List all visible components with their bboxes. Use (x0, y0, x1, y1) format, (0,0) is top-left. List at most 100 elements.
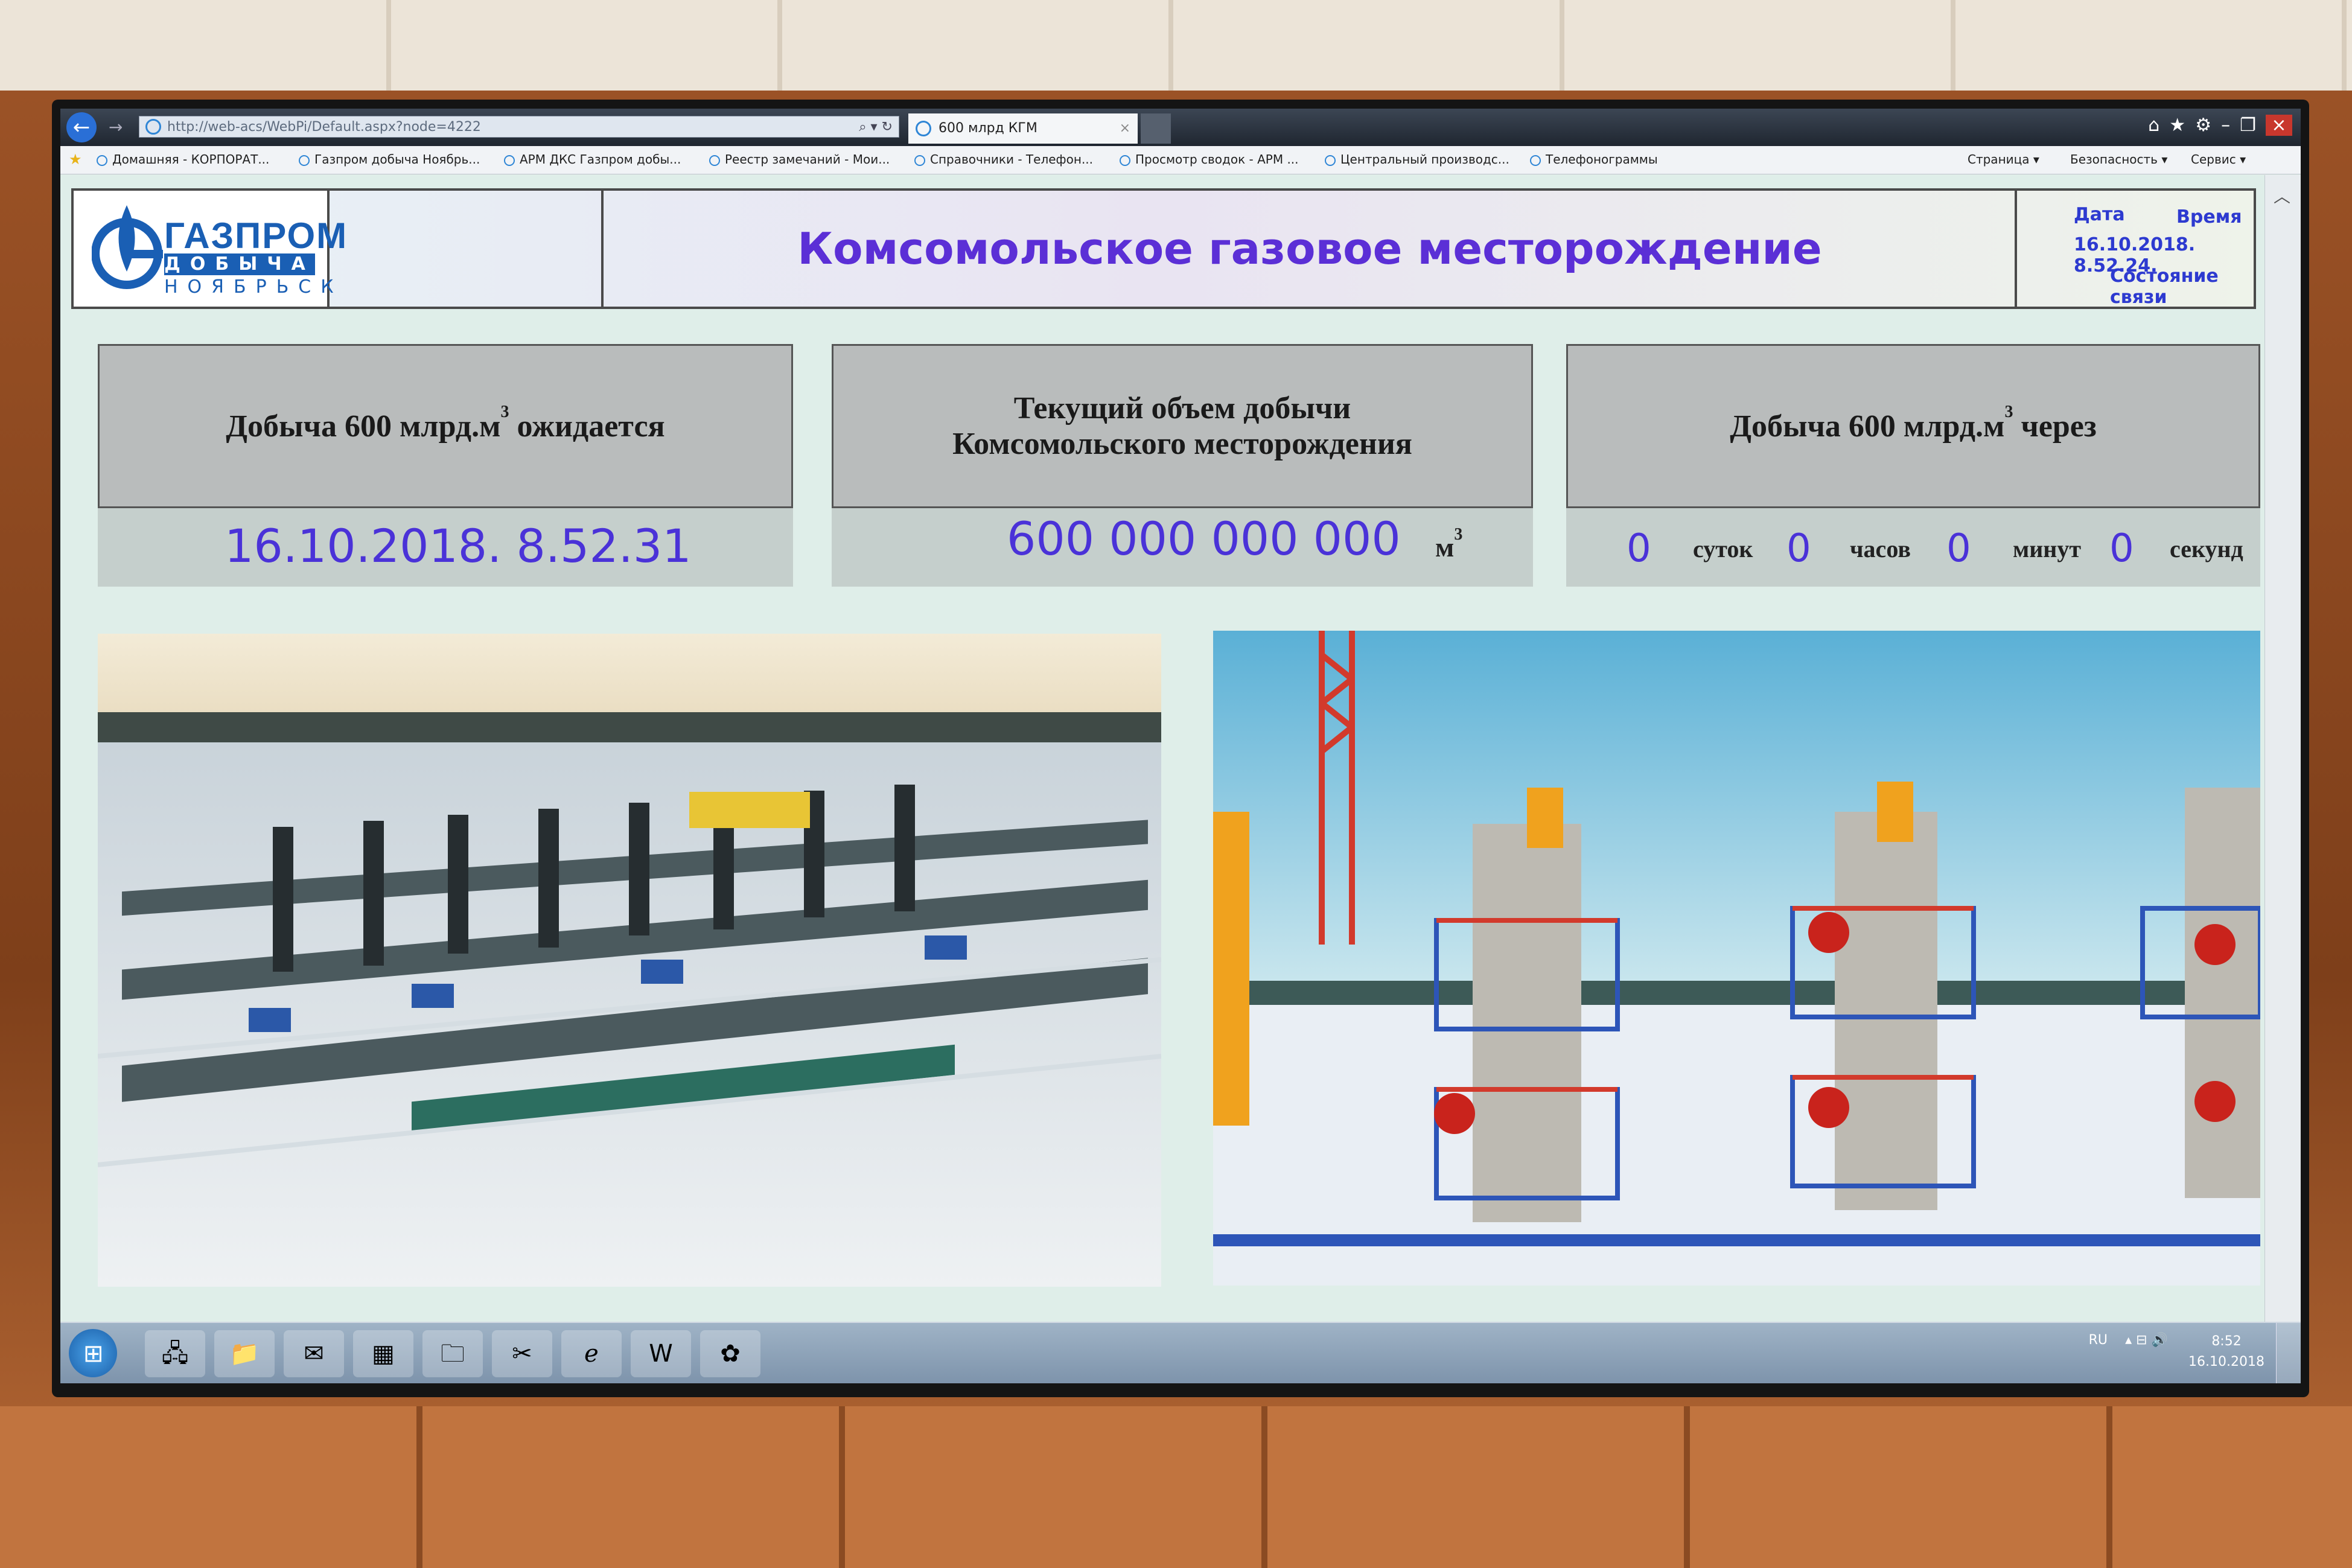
page-title: Комсомольское газовое месторождение (605, 191, 2017, 307)
wall-paneling (0, 1406, 2352, 1568)
current-unit: м3 (1435, 525, 1463, 563)
link-icon (299, 155, 310, 166)
scroll-up-icon[interactable]: ︿ (2274, 183, 2290, 208)
current-value: 600 000 000 000 (1007, 512, 1401, 566)
datetime-box: Дата Время 16.10.2018. 8.52.24. Состояни… (2019, 191, 2254, 308)
search-refresh-icons[interactable]: ⌕ ▾ ↻ (859, 116, 893, 137)
taskbar-app-icon[interactable]: ✿ (700, 1330, 760, 1377)
clock-time: 8:52 (2211, 1334, 2242, 1349)
fav-link[interactable]: Газпром добыча Ноябрь... (299, 152, 480, 167)
time-label: Время (2176, 206, 2242, 228)
current-value-row: 600 000 000 000 м3 (832, 508, 1533, 587)
fav-link[interactable]: Телефонограммы (1530, 152, 1658, 167)
favorites-star-icon[interactable]: ★ (69, 151, 82, 168)
expected-label-tail: ожидается (517, 409, 665, 444)
superscript: 3 (2004, 402, 2013, 421)
windows-logo-icon: ⊞ (83, 1340, 104, 1368)
tab-label: 600 млрд КГМ (939, 121, 1037, 136)
expected-value-row: 16.10.2018. 8.52.31 (98, 508, 793, 587)
link-icon (1325, 155, 1336, 166)
tray-icons[interactable]: ▴ ⊟ 🔊 (2125, 1333, 2168, 1348)
countdown-minutes: 0 (1946, 526, 1971, 571)
tab-close-icon[interactable]: × (1120, 113, 1130, 144)
countdown-days-label: суток (1693, 535, 1753, 563)
connection-label: Состояние связи (2110, 266, 2219, 308)
link-icon (1530, 155, 1541, 166)
system-clock[interactable]: 8:52 16.10.2018 (2188, 1331, 2264, 1372)
superscript: 3 (500, 402, 509, 421)
taskbar-snipping-icon[interactable]: ✂ (492, 1330, 552, 1377)
link-icon (709, 155, 720, 166)
taskbar-network-icon[interactable]: 🖧 (145, 1330, 205, 1377)
expected-value: 16.10.2018. 8.52.31 (225, 519, 692, 573)
fav-link[interactable]: Справочники - Телефон... (914, 152, 1093, 167)
remaining-label-tail: через (2021, 409, 2097, 444)
screen: ← → http://web-acs/WebPi/Default.aspx?no… (60, 109, 2301, 1383)
gazprom-logo: ГАЗПРОМ ДОБЫЧА НОЯБРЬСК (74, 191, 346, 307)
browser-navbar: ← → http://web-acs/WebPi/Default.aspx?no… (60, 109, 2301, 146)
link-icon (914, 155, 925, 166)
clock-date: 16.10.2018 (2188, 1354, 2264, 1369)
taskbar-calculator-icon[interactable]: ▦ (353, 1330, 413, 1377)
vertical-scrollbar[interactable]: ︿ (2264, 175, 2301, 1322)
logo-text: ГАЗПРОМ (164, 215, 348, 256)
new-tab-button[interactable] (1141, 113, 1171, 144)
current-label-line2: Комсомольского месторождения (952, 427, 1412, 461)
remaining-panel: Добыча 600 млрд.м3 через (1566, 344, 2260, 508)
current-volume-panel: Текущий объем добычи Комсомольского мест… (832, 344, 1533, 508)
countdown-hours: 0 (1786, 526, 1811, 571)
dashboard-header: ГАЗПРОМ ДОБЫЧА НОЯБРЬСК Комсомольское га… (71, 188, 2256, 309)
minimize-button[interactable]: – (2221, 115, 2240, 136)
restore-button[interactable]: ❐ (2240, 115, 2266, 136)
expected-panel: Добыча 600 млрд.м3 ожидается (98, 344, 793, 508)
fav-link[interactable]: АРМ ДКС Газпром добы... (504, 152, 681, 167)
countdown-seconds: 0 (2109, 526, 2134, 571)
show-desktop-button[interactable] (2276, 1323, 2301, 1383)
room-ceiling (0, 0, 2352, 91)
date-label: Дата (2074, 204, 2125, 225)
fav-link[interactable]: Центральный производс... (1325, 152, 1509, 167)
taskbar-outlook-icon[interactable]: ✉ (284, 1330, 344, 1377)
taskbar-ie-icon[interactable]: ℯ (561, 1330, 622, 1377)
favorites-bar: ★ Домашняя - КОРПОРАТ... Газпром добыча … (60, 146, 2301, 174)
fav-link[interactable]: Домашняя - КОРПОРАТ... (97, 152, 269, 167)
address-url: http://web-acs/WebPi/Default.aspx?node=4… (167, 120, 481, 135)
gazprom-flame-icon (92, 205, 163, 289)
gear-icon[interactable]: ⚙ (2195, 115, 2221, 136)
logo-text: ДОБЫЧА (164, 253, 315, 275)
start-button[interactable]: ⊞ (69, 1329, 117, 1377)
dashboard-page: ГАЗПРОМ ДОБЫЧА НОЯБРЬСК Комсомольское га… (60, 175, 2264, 1322)
remaining-label: Добыча 600 млрд.м (1730, 409, 2005, 444)
link-icon (1120, 155, 1130, 166)
aerial-plant-photo (98, 634, 1161, 1287)
ie-icon (916, 121, 931, 136)
logo-text: НОЯБРЬСК (164, 276, 343, 298)
tab-600-kgm[interactable]: 600 млрд КГМ × (908, 113, 1138, 144)
close-button[interactable]: × (2266, 115, 2292, 136)
menu-tools[interactable]: Сервис ▾ (2191, 152, 2246, 167)
separator-columns-photo (1213, 631, 2260, 1286)
menu-security[interactable]: Безопасность ▾ (2070, 152, 2167, 167)
expected-label: Добыча 600 млрд.м (226, 409, 501, 444)
taskbar-folder-icon[interactable]: 🗀 (422, 1330, 483, 1377)
taskbar-explorer-icon[interactable]: 📁 (214, 1330, 275, 1377)
countdown-seconds-label: секунд (2170, 535, 2243, 563)
menu-page[interactable]: Страница ▾ (1968, 152, 2039, 167)
countdown-days: 0 (1627, 526, 1651, 571)
address-bar[interactable]: http://web-acs/WebPi/Default.aspx?node=4… (139, 116, 899, 138)
windows-taskbar: ⊞ 🖧 📁 ✉ ▦ 🗀 ✂ ℯ W ✿ RU ▴ ⊟ 🔊 8:52 16.10.… (60, 1322, 2301, 1383)
language-indicator[interactable]: RU (2089, 1333, 2108, 1348)
fav-link[interactable]: Реестр замечаний - Мои... (709, 152, 890, 167)
link-icon (504, 155, 515, 166)
countdown-minutes-label: минут (2013, 535, 2081, 563)
countdown-row: 0 суток 0 часов 0 минут 0 секунд (1566, 508, 2260, 587)
taskbar-word-icon[interactable]: W (631, 1330, 691, 1377)
fav-link[interactable]: Просмотр сводок - АРМ ... (1120, 152, 1299, 167)
countdown-hours-label: часов (1850, 535, 1911, 563)
window-controls: ⌂★⚙–❐ × (2148, 115, 2292, 136)
forward-button[interactable]: → (109, 117, 123, 137)
link-icon (97, 155, 107, 166)
home-icon[interactable]: ⌂ (2148, 115, 2169, 136)
favorites-star-icon[interactable]: ★ (2169, 115, 2195, 136)
back-button[interactable]: ← (66, 112, 97, 142)
